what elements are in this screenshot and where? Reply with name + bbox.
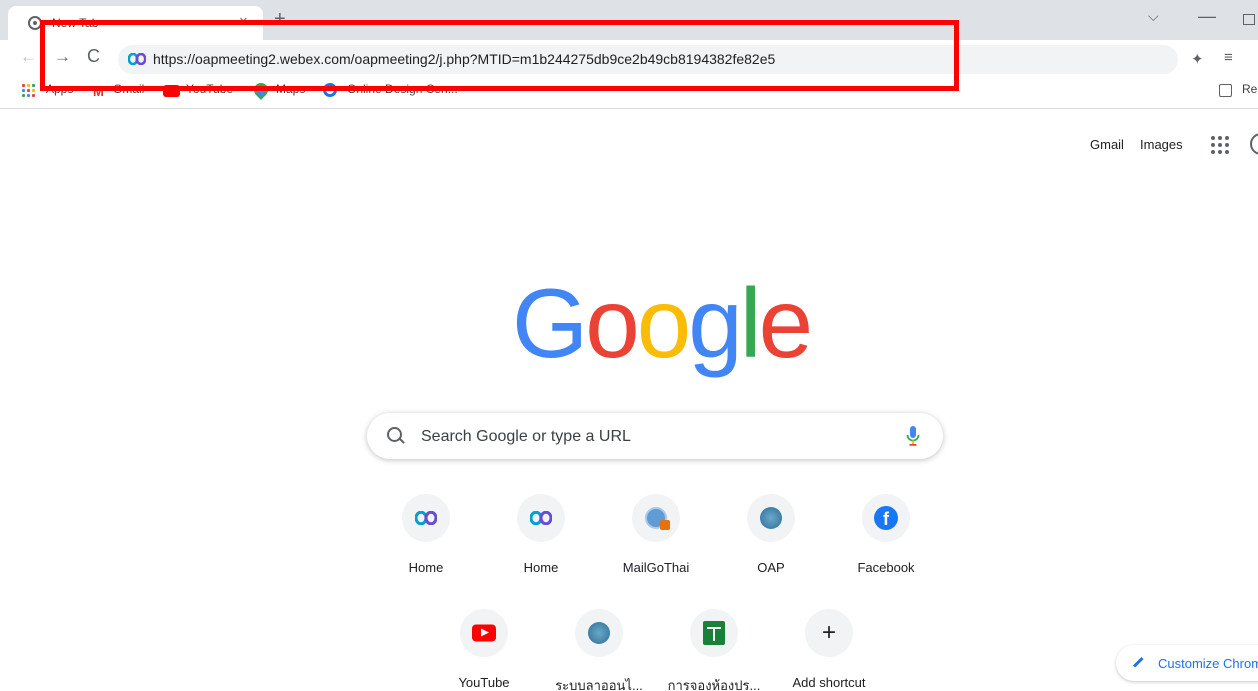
shortcut-tile [575,609,623,657]
shortcut-tile: + [805,609,853,657]
facebook-icon: f [874,506,898,530]
gmail-link[interactable]: Gmail [1090,137,1124,152]
search-box[interactable] [367,413,943,459]
logo-letter: l [739,268,762,378]
shortcut-home-1[interactable]: Home [370,494,482,606]
google-sheets-icon [703,621,725,645]
shortcut-label: ระบบลาออนไ... [555,678,643,691]
plus-icon: + [821,619,837,646]
shortcut-home-2[interactable]: Home [485,494,597,606]
shortcut-mailgothai[interactable]: MailGoThai [600,494,712,606]
search-input[interactable] [419,425,883,449]
shortcut-label: MailGoThai [622,560,690,575]
add-shortcut-button[interactable]: + Add shortcut [773,609,885,691]
google-logo: Google [512,268,813,378]
shortcut-label: Add shortcut [792,675,866,690]
microphone-icon[interactable] [905,425,921,447]
customize-chrome-button[interactable]: Customize Chrome [1116,645,1258,681]
mailgothai-badge-icon [660,520,670,530]
extensions-puzzle-icon[interactable]: ✦ [1191,50,1204,68]
shortcut-label: YouTube [458,675,510,690]
shortcut-tile [460,609,508,657]
logo-letter: o [585,268,639,378]
logo-letter: G [512,268,588,378]
pencil-icon [1132,656,1144,668]
logo-letter: o [636,268,691,378]
shortcut-label: Home [523,560,559,575]
avatar[interactable] [1250,133,1258,155]
shortcut-tile [690,609,738,657]
address-bar-highlight [40,20,959,91]
shortcut-oap[interactable]: OAP [715,494,827,606]
media-control-icon[interactable]: ≡ [1224,49,1233,66]
shortcut-leave-system[interactable]: ระบบลาออนไ... [543,609,655,691]
google-apps-icon[interactable] [1211,136,1229,154]
oap-icon [760,507,782,529]
shortcut-tile [517,494,565,542]
minimize-button[interactable]: — [1198,6,1216,27]
webex-icon [530,511,552,525]
shortcut-tile [402,494,450,542]
shortcut-label: OAP [757,560,785,575]
tab-search-icon[interactable]: ⌵ [1148,8,1159,25]
images-link[interactable]: Images [1140,137,1183,152]
shortcut-label: การจองห้องปร... [667,678,761,691]
shortcut-tile: f [862,494,910,542]
webex-icon [415,511,437,525]
shortcut-tile [747,494,795,542]
maximize-button[interactable] [1243,14,1255,25]
shortcut-label: Home [408,560,444,575]
back-button[interactable]: ← [20,47,37,67]
logo-letter: g [688,268,742,378]
youtube-icon [472,624,496,642]
logo-letter: e [758,268,813,378]
shortcut-label: Facebook [857,560,915,575]
shortcut-tile [632,494,680,542]
browser-window: New Tab × + ⌵ — ← → C https://oapmeeting… [0,0,1258,691]
mailgothai-icon [645,507,670,530]
shortcut-youtube[interactable]: YouTube [428,609,540,691]
shortcut-facebook[interactable]: f Facebook [830,494,942,606]
reading-list-icon[interactable] [1219,84,1232,97]
search-icon [387,427,402,442]
customize-chrome-label: Customize Chrome [1158,656,1258,671]
apps-grid-icon[interactable] [22,84,35,97]
reading-list-label[interactable]: Re [1242,82,1257,96]
oap-icon [588,622,610,644]
shortcut-room-booking[interactable]: การจองห้องปร... [658,609,770,691]
